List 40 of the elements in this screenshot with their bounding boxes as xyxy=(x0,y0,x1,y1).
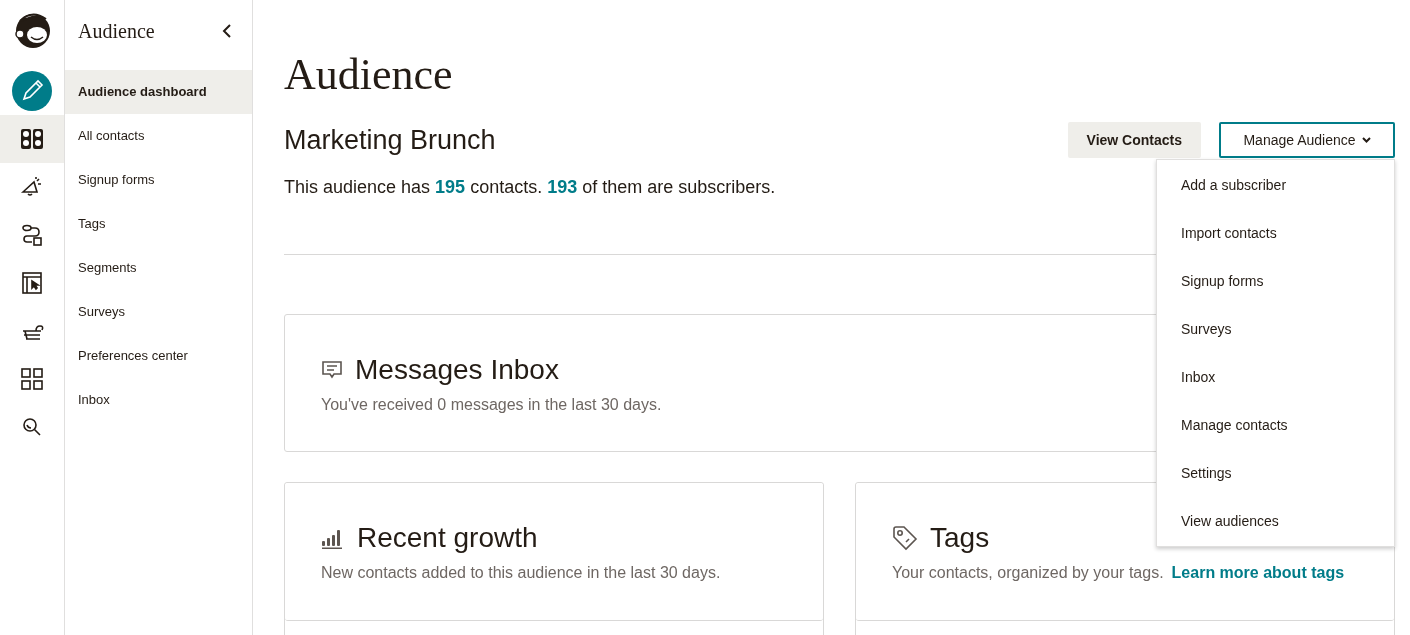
learn-more-link[interactable]: Learn more about tags xyxy=(1171,561,1345,585)
sidebar-item[interactable]: Signup forms xyxy=(65,158,252,202)
card-title: Recent growth xyxy=(357,521,538,555)
pencil-icon xyxy=(12,71,52,111)
menu-item[interactable]: Inbox xyxy=(1157,353,1394,401)
card-description: Your contacts, organized by your tags. xyxy=(892,563,1164,583)
card-title: Messages Inbox xyxy=(355,353,559,387)
menu-item[interactable]: Surveys xyxy=(1157,305,1394,353)
menu-item[interactable]: Settings xyxy=(1157,449,1394,497)
workflow-icon xyxy=(20,223,44,247)
manage-audience-button[interactable]: Manage Audience xyxy=(1219,122,1395,158)
message-icon xyxy=(321,359,343,381)
menu-item[interactable]: Signup forms xyxy=(1157,257,1394,305)
menu-item[interactable]: View audiences xyxy=(1157,497,1394,545)
card-title: Tags xyxy=(930,521,990,555)
sidebar-item[interactable]: Tags xyxy=(65,202,252,246)
page-title: Audience xyxy=(284,50,454,100)
megaphone-icon xyxy=(20,175,44,199)
card-description: New contacts added to this audience in the last 30 days. xyxy=(321,563,721,583)
caret-icon xyxy=(1361,137,1371,143)
collapse-chevron-icon[interactable] xyxy=(222,24,232,38)
people-icon xyxy=(20,127,44,151)
sidebar-item[interactable]: All contacts xyxy=(65,114,252,158)
audience-summary: This audience has 195 contacts. 193 of them are subscribers. xyxy=(284,176,776,199)
menu-item[interactable]: Add a subscriber xyxy=(1157,161,1394,209)
tag-icon xyxy=(892,525,918,551)
sidebar-title: Audience xyxy=(78,19,155,44)
sidebar-item[interactable]: Audience dashboard xyxy=(65,70,252,114)
card-description: You've received 0 messages in the last 30 days. xyxy=(321,395,662,415)
grid-icon xyxy=(21,368,43,390)
view-contacts-button[interactable]: View Contacts xyxy=(1067,122,1201,158)
sidebar-item[interactable]: Surveys xyxy=(65,290,252,334)
audience-name: Marketing Brunch xyxy=(284,124,496,157)
menu-item[interactable]: Manage contacts xyxy=(1157,401,1394,449)
search-icon xyxy=(22,417,42,437)
sidebar-item[interactable]: Segments xyxy=(65,246,252,290)
sidebar-item[interactable]: Inbox xyxy=(65,378,252,422)
menu-item[interactable]: Import contacts xyxy=(1157,209,1394,257)
website-icon xyxy=(20,271,44,295)
sidebar-item[interactable]: Preferences center xyxy=(65,334,252,378)
